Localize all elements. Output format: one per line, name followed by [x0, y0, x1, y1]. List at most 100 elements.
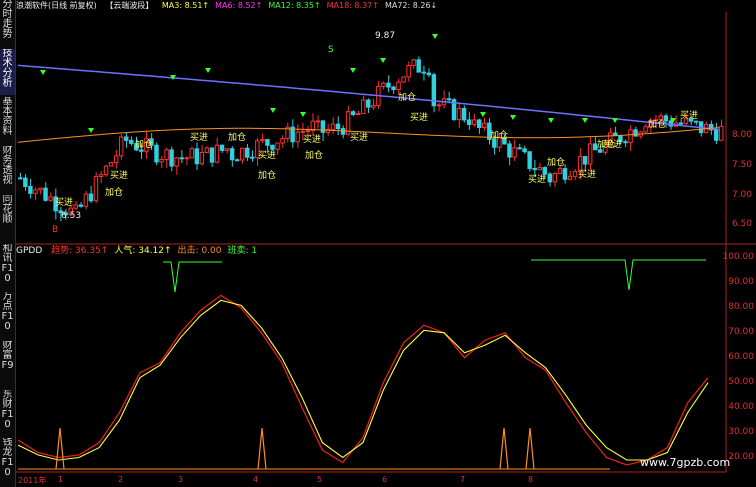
indicator-tick: 70.00 — [728, 326, 754, 337]
candle-body — [567, 175, 573, 180]
candle-body — [43, 187, 48, 201]
signal-label: 买进 — [55, 197, 73, 208]
sell-marker — [270, 108, 276, 113]
sell-marker — [205, 68, 211, 73]
candle-body — [139, 149, 144, 152]
candle-body — [532, 167, 537, 171]
candle-body — [542, 167, 547, 175]
candle-body — [396, 81, 401, 91]
sell-marker — [432, 34, 438, 39]
candle-body — [250, 156, 255, 159]
candle-body — [391, 86, 396, 91]
candle-body — [219, 144, 225, 151]
signal-label: 买进 — [410, 112, 428, 123]
signal-label: 买进 — [528, 174, 546, 185]
indicator-tick: 50.00 — [728, 376, 754, 387]
candle-body — [512, 147, 517, 158]
candle-body — [482, 122, 487, 129]
candle-body — [300, 130, 305, 133]
signal-label: 加仓 — [105, 186, 123, 198]
candle-body — [28, 186, 33, 194]
candle-body — [270, 144, 275, 150]
signal-label: 买进 — [350, 132, 368, 143]
candle-body — [194, 148, 200, 165]
candle-body — [381, 82, 386, 87]
candle-body — [522, 148, 527, 153]
indicator-header: GPDD 趋势: 36.35↑ 人气: 34.12↑ 出击: 0.00 班卖: 1 — [16, 245, 263, 257]
watermark: www.7gpzb.com — [640, 456, 731, 469]
candle-body — [199, 151, 205, 165]
date-tick: 7 — [460, 475, 466, 484]
date-tick: 6 — [382, 475, 388, 484]
chart-canvas[interactable]: 买进加仓买进加仓买进 加仓买进加仓买进加仓买进加仓买进加仓买进加仓买进加仓买进加仓… — [0, 0, 756, 487]
low-price-label: 6.53 — [61, 211, 81, 221]
candle-body — [587, 143, 593, 165]
candle-body — [547, 173, 553, 183]
candle-body — [355, 112, 361, 116]
sell-marker — [480, 112, 486, 117]
price-tick: 6.50 — [731, 219, 752, 230]
date-tick: 4 — [253, 475, 259, 484]
indicator-value: 趋势: 36.35↑ — [51, 246, 109, 256]
candle-body — [466, 119, 472, 125]
candle-body — [350, 111, 356, 116]
indicator-title: GPDD — [16, 246, 43, 256]
high-price-label: 9.87 — [375, 31, 395, 41]
candle-body — [456, 108, 462, 121]
sell-marker — [510, 115, 516, 120]
signal-label: 买进 — [578, 169, 596, 180]
signal-label: 买进 — [190, 132, 208, 143]
signal-label: 买进 — [258, 150, 276, 161]
candle-body — [507, 143, 512, 158]
indicator-tick: 30.00 — [728, 426, 754, 437]
indicator-tick: 20.00 — [728, 451, 754, 462]
candle-body — [371, 104, 376, 108]
signal-label: 加仓 — [547, 156, 565, 168]
candle-body — [320, 120, 326, 133]
candle-body — [537, 167, 542, 171]
candle-body — [315, 120, 321, 123]
candle-body — [164, 149, 169, 160]
attack-signal-spike — [525, 427, 535, 470]
candle-body — [275, 142, 280, 150]
candle-body — [265, 139, 270, 146]
sell-marker — [350, 68, 356, 73]
candle-body — [361, 99, 366, 114]
candle-body — [623, 141, 628, 144]
candle-body — [714, 129, 719, 141]
stock-chart-window: 分时走势 技术分析 基本资料 财务透视 同花顺 和讯F10 万点F10 财富F9 东财F10 钱龙… — [0, 0, 756, 487]
signal-label: 加仓 — [135, 138, 153, 150]
candle-body — [386, 82, 391, 88]
indicator-value: 班卖: 1 — [227, 246, 258, 256]
candle-body — [527, 151, 532, 169]
sell-marker — [582, 118, 588, 123]
signal-label: 买进 — [110, 170, 128, 181]
candle-body — [305, 130, 310, 133]
candle-body — [234, 159, 240, 162]
candle-body — [229, 148, 235, 161]
candle-body — [416, 59, 421, 73]
candle-body — [335, 123, 341, 130]
signal-label: 加仓 — [258, 169, 276, 181]
sell-marker — [300, 112, 306, 117]
candle-body — [572, 171, 578, 177]
price-tick: 7.00 — [731, 189, 752, 200]
candle-body — [189, 148, 195, 159]
attack-signal-spike — [257, 427, 267, 470]
candle-body — [562, 168, 568, 180]
trend-series-line — [17, 294, 709, 466]
candle-body — [421, 71, 426, 74]
candle-body — [108, 162, 114, 167]
signal-label: 买进 — [303, 134, 321, 145]
candle-body — [280, 138, 285, 144]
candle-body — [23, 177, 28, 188]
candle-body — [643, 126, 648, 133]
signal-label: 加仓 — [490, 129, 508, 141]
candle-body — [295, 131, 300, 143]
candle-body — [174, 157, 179, 167]
candle-body — [552, 172, 558, 183]
date-tick: 3 — [178, 475, 184, 484]
candle-body — [461, 108, 467, 121]
candle-body — [88, 193, 94, 202]
date-tick: 2011年 — [18, 476, 47, 485]
